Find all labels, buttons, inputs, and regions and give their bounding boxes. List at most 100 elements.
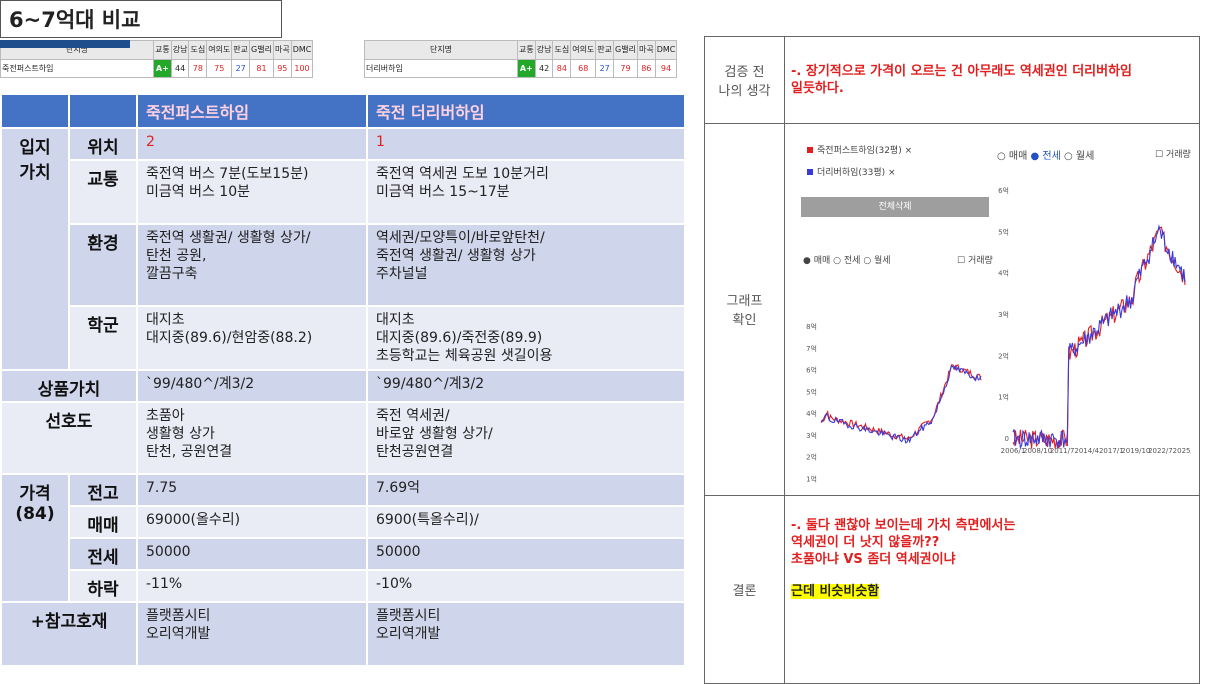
conclusion-highlight-wrap: 근데 비슷비슷함 <box>791 583 880 600</box>
strip-header: G밸리 <box>613 40 638 60</box>
label-verify: 검증 전 나의 생각 <box>705 37 785 123</box>
strip-value: 81 <box>249 58 274 78</box>
strip-header: 도심 <box>552 40 572 60</box>
strip-value: 44 <box>170 58 190 78</box>
strip-grade: A+ <box>153 58 172 78</box>
label-traffic: 교통 <box>68 159 138 225</box>
value-product-2: `99/480^/계3/2 <box>366 369 686 403</box>
right-chart-y-tick: 3억 <box>998 311 1009 319</box>
value-jeonse-1: 50000 <box>136 537 368 571</box>
comparison-table: 죽전퍼스트하임 죽전 더리버하임 입지 가치 위치 2 1 교통 죽전역 버스 … <box>0 93 686 667</box>
value-environment-1: 죽전역 생활권/ 생활형 상가/ 탄천 공원, 깔끔구축 <box>136 223 368 307</box>
right-chart-x-tick: 2011/7 <box>1050 447 1075 455</box>
strip-header: 여의도 <box>570 40 597 60</box>
strip-header: DMC <box>654 40 678 60</box>
strip-value: 86 <box>636 58 656 78</box>
value-traffic-1: 죽전역 버스 7분(도보15분) 미금역 버스 10분 <box>136 159 368 225</box>
strip-value: 84 <box>552 58 572 78</box>
strip-value: 100 <box>290 58 314 78</box>
label-school: 학군 <box>68 305 138 371</box>
strip-header: DMC <box>290 40 314 60</box>
label-preference: 선호도 <box>0 401 138 475</box>
price-graphs: 죽전퍼스트하임(32평) × 더리버하임(33평) × 전체삭제 ● 매매 ○ … <box>799 137 1191 497</box>
right-chart-y-tick: 4억 <box>998 270 1009 278</box>
right-chart-x-tick: 2017/1 <box>1099 447 1124 455</box>
strip-header: 마곡 <box>636 40 656 60</box>
left-chart-y-tick: 5억 <box>806 388 817 396</box>
value-environment-2: 역세권/모양특이/바로앞탄천/ 죽전역 생활권/ 생활형 상가 주차널널 <box>366 223 686 307</box>
left-chart-y-tick: 8억 <box>806 323 817 331</box>
line-deoriver-sale <box>820 364 982 444</box>
strip-header: 마곡 <box>272 40 292 60</box>
strip-value: 94 <box>654 58 678 78</box>
strip-value: 27 <box>231 58 251 78</box>
right-chart-x-tick: 2008/10 <box>1023 447 1052 455</box>
page-title: 6~7억대 비교 <box>0 0 282 38</box>
strip-value: 78 <box>188 58 208 78</box>
right-chart-x-tick: 2019/10 <box>1121 447 1150 455</box>
line-firsthaim-sale <box>820 364 982 440</box>
left-chart-y-tick: 7억 <box>806 345 817 353</box>
value-drop-2: -10% <box>366 569 686 603</box>
value-product-1: `99/480^/계3/2 <box>136 369 368 403</box>
strip-value: 27 <box>595 58 615 78</box>
value-sale-2: 6900(특올수리)/ <box>366 505 686 539</box>
value-drop-1: -11% <box>136 569 368 603</box>
value-jeonse-2: 50000 <box>366 537 686 571</box>
score-strip-right: 단지명 교통 강남 도심 여의도 판교 G밸리 마곡 DMC 더리버하임 A+ … <box>364 40 678 78</box>
header-empty <box>0 93 70 129</box>
header-accent-bar <box>0 40 130 48</box>
label-graph: 그래프 확인 <box>705 123 785 495</box>
label-peak: 전고 <box>68 473 138 507</box>
strip-value: 95 <box>272 58 292 78</box>
label-product-value: 상품가치 <box>0 369 138 403</box>
strip-header: 교통 <box>153 40 172 60</box>
value-school-2: 대지초 대지중(89.6)/죽전중(89.9) 초등학교는 체육공원 샛길이용 <box>366 305 686 371</box>
right-chart-x-tick: 2006/1 <box>1001 447 1026 455</box>
label-reference: +참고호재 <box>0 601 138 667</box>
conclusion-highlight: 근데 비슷비슷함 <box>791 584 880 599</box>
label-conclusion: 결론 <box>705 495 785 683</box>
left-chart-y-tick: 6억 <box>806 367 817 375</box>
line-deoriver-jeonse <box>1012 224 1186 450</box>
label-position: 위치 <box>68 127 138 161</box>
strip-header: 강남 <box>534 40 554 60</box>
label-jeonse: 전세 <box>68 537 138 571</box>
strip-header: 도심 <box>188 40 208 60</box>
price-graph-svg: 8억 7억 6억 5억 4억 3억 2억 1억 0 2006/12008/102011/72014… <box>806 187 1191 483</box>
value-preference-2: 죽전 역세권/ 바로앞 생활형 상가/ 탄천공원연결 <box>366 401 686 475</box>
right-chart-x-tick: 2014/4 <box>1074 447 1099 455</box>
right-chart-y-tick: 1억 <box>998 394 1009 402</box>
strip-header-name: 단지명 <box>364 40 518 60</box>
header-empty <box>68 93 138 129</box>
label-drop: 하락 <box>68 569 138 603</box>
strip-header: 강남 <box>170 40 190 60</box>
right-chart-y-tick: 5억 <box>998 228 1009 236</box>
strip-header: 판교 <box>231 40 251 60</box>
strip-value: 42 <box>534 58 554 78</box>
col-header-deoriver: 죽전 더리버하임 <box>366 93 686 129</box>
chart-sale-price: 8억7억6억5억4억3억2억1억02006/12008/102011/72014… <box>806 323 982 483</box>
label-environment: 환경 <box>68 223 138 307</box>
strip-header: 교통 <box>517 40 536 60</box>
value-traffic-2: 죽전역 역세권 도보 10분거리 미금역 버스 15~17분 <box>366 159 686 225</box>
right-chart-x-tick: 2025/4 <box>1173 447 1191 455</box>
value-peak-1: 7.75 <box>136 473 368 507</box>
strip-apt-name: 죽전퍼스트하임 <box>0 58 154 78</box>
category-price: 가격 (84) <box>0 473 70 603</box>
value-reference-2: 플랫폼시티 오리역개발 <box>366 601 686 667</box>
value-peak-2: 7.69억 <box>366 473 686 507</box>
value-preference-1: 초품아 생활형 상가 탄천, 공원연결 <box>136 401 368 475</box>
conclusion-text: -. 둘다 괜찮아 보이는데 가치 측면에서는 역세권이 더 낫지 않을까?? … <box>791 518 1016 567</box>
label-sale: 매매 <box>68 505 138 539</box>
left-chart-y-tick: 1억 <box>806 475 817 483</box>
left-chart-y-tick: 3억 <box>806 432 817 440</box>
value-reference-1: 플랫폼시티 오리역개발 <box>136 601 368 667</box>
value-school-1: 대지초 대지중(89.6)/현암중(88.2) <box>136 305 368 371</box>
value-position-1: 2 <box>136 127 368 161</box>
right-chart-y-tick: 6억 <box>998 187 1009 195</box>
col-header-firsthaim: 죽전퍼스트하임 <box>136 93 368 129</box>
chart-jeonse-price: 6억5억4억3억2억1억02006/12008/102011/7 2014/4 20… <box>998 187 1191 455</box>
strip-header: 판교 <box>595 40 615 60</box>
strip-grade: A+ <box>517 58 536 78</box>
